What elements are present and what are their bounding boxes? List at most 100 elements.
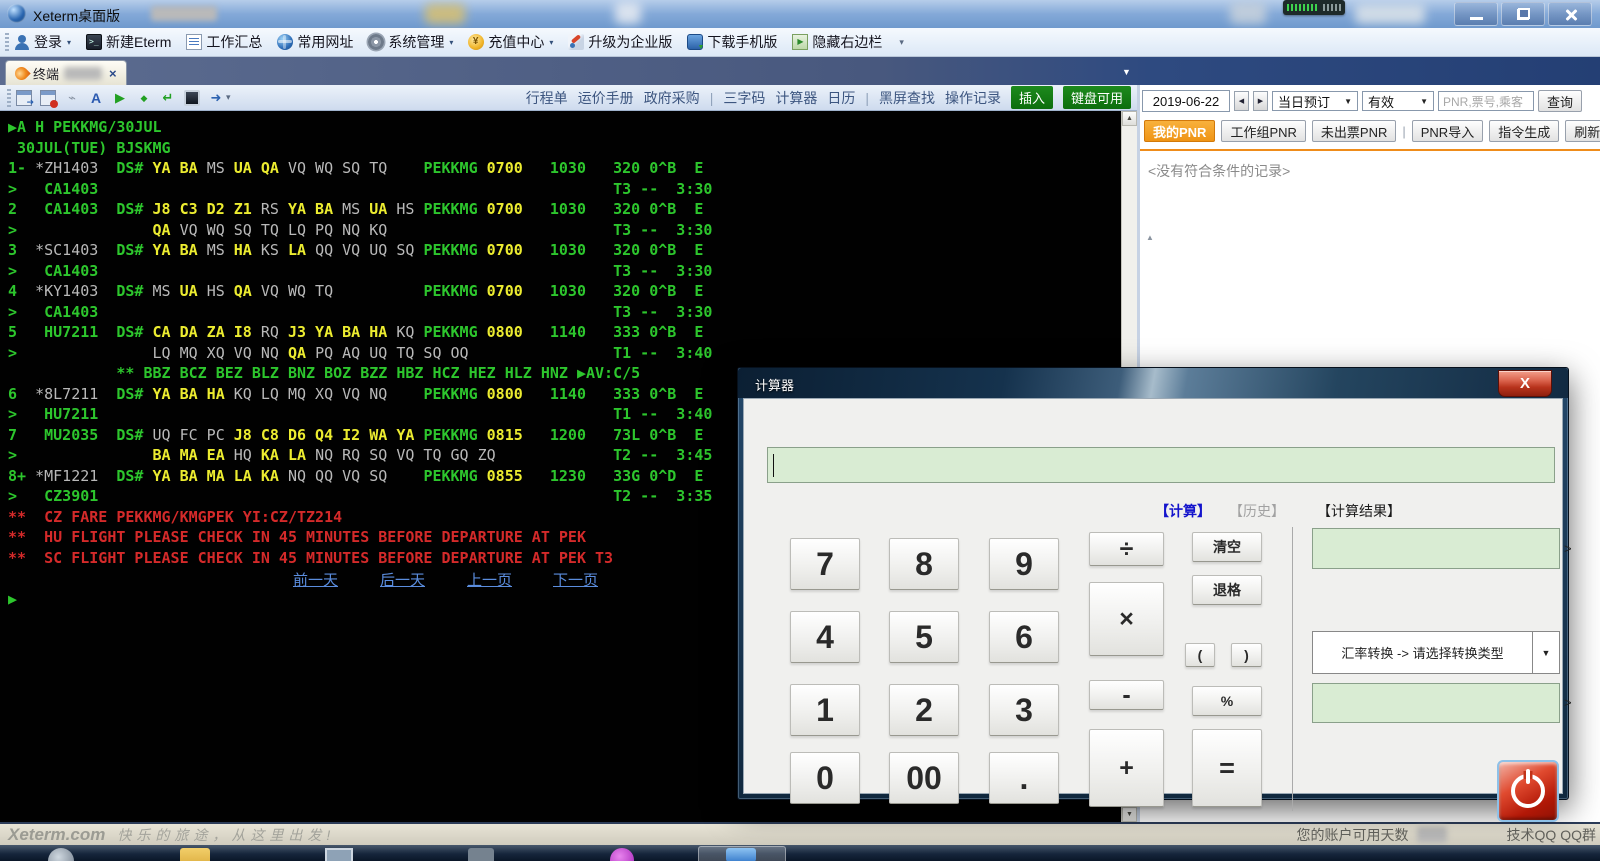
- key-plus[interactable]: +: [1089, 729, 1164, 807]
- toolbar-item-login[interactable]: 登录 ▾: [14, 32, 71, 52]
- terminal-link-screen-search[interactable]: 黑屏查找: [879, 88, 935, 108]
- taskbar-icon[interactable]: [48, 848, 74, 861]
- screen-icon[interactable]: [184, 89, 200, 106]
- result-label: 【计算结果】: [1317, 503, 1401, 519]
- taskbar-folder-icon[interactable]: [180, 848, 210, 861]
- terminal-line: > CA1403 T3 -- 3:30: [8, 302, 713, 321]
- toolbar-item-upgrade-enterprise[interactable]: 升级为企业版: [568, 32, 672, 52]
- close-button[interactable]: [1548, 2, 1592, 26]
- key-5[interactable]: 5: [889, 611, 959, 663]
- terminal-link-three-letter-code[interactable]: 三字码: [723, 88, 765, 108]
- terminal-line: 3 *SC1403 DS# YA BA MS HA KS LA QQ VQ UQ…: [8, 241, 704, 259]
- calc-tab[interactable]: 【计算】: [1155, 501, 1211, 521]
- key-2[interactable]: 2: [889, 684, 959, 736]
- toolbar-item-common-websites[interactable]: 常用网址: [277, 32, 353, 52]
- disconnect-icon[interactable]: ⌁: [64, 90, 80, 106]
- key-paren-open[interactable]: (: [1185, 643, 1215, 667]
- key-clear[interactable]: 清空: [1192, 532, 1262, 562]
- query-button[interactable]: 查询: [1538, 90, 1583, 112]
- pager-link-next-day[interactable]: 后一天: [380, 569, 425, 590]
- toolbar-item-work-report[interactable]: 工作汇总: [186, 32, 262, 52]
- scroll-up-icon[interactable]: ▲: [1122, 111, 1137, 126]
- terminal-link-gov-procurement[interactable]: 政府采购: [644, 88, 700, 108]
- tab-terminal[interactable]: 终端 ×: [5, 60, 127, 85]
- toolbar-item-system-mgmt[interactable]: 系统管理 ▾: [368, 32, 453, 52]
- calculator-title-bar[interactable]: 计算器: [738, 368, 1568, 398]
- button-refresh-list[interactable]: 刷新列表: [1565, 120, 1600, 142]
- panel-scroll-up-icon[interactable]: ▲: [1146, 233, 1154, 242]
- tab-close-icon[interactable]: ×: [109, 66, 117, 81]
- key-00[interactable]: 00: [889, 752, 959, 804]
- terminal-link-fare-manual[interactable]: 运价手册: [578, 88, 634, 108]
- scroll-down-icon[interactable]: ▼: [1122, 807, 1137, 822]
- status-bar: Xeterm.com 快乐的旅途，从这里出发! 您的账户可用天数 技术QQ QQ…: [0, 822, 1600, 845]
- button-my-pnr[interactable]: 我的PNR: [1144, 120, 1216, 142]
- taskbar-icon[interactable]: [610, 848, 634, 861]
- status-badge-keyboard-status[interactable]: 键盘可用: [1062, 86, 1131, 109]
- terminal-link-calendar[interactable]: 日历: [827, 88, 855, 108]
- pager-link-next-page[interactable]: 下一页: [553, 569, 598, 590]
- run-icon[interactable]: ▶: [112, 90, 128, 106]
- toolbar-item-hide-sidebar[interactable]: 隐藏右边栏: [792, 32, 882, 52]
- return-icon[interactable]: ↵: [160, 90, 176, 106]
- toolbar-item-new-eterm[interactable]: 新建Eterm: [86, 32, 171, 52]
- button-pnr-import[interactable]: PNR导入: [1411, 120, 1484, 142]
- diamond-icon[interactable]: ◆: [136, 90, 152, 106]
- forward-icon[interactable]: ➜: [208, 90, 224, 106]
- chevron-down-icon: ▼: [1532, 632, 1559, 673]
- calculator-power-button[interactable]: [1497, 760, 1559, 822]
- scope-select[interactable]: 当日预订 ▼: [1272, 91, 1358, 111]
- key-equals[interactable]: =: [1192, 729, 1262, 807]
- result-arrow-icon[interactable]: >: [1564, 541, 1572, 556]
- history-tab[interactable]: 【历史】: [1229, 501, 1285, 521]
- pnr-search-input[interactable]: PNR,票号,乘客: [1438, 91, 1534, 111]
- terminal-line: > QA VQ WQ SQ TQ LQ PQ NQ KQ T3 -- 3:30: [8, 220, 713, 239]
- currency-converter-select[interactable]: 汇率转换 -> 请选择转换类型 ▼: [1312, 631, 1560, 674]
- key-3[interactable]: 3: [989, 684, 1059, 736]
- button-command-generate[interactable]: 指令生成: [1489, 120, 1560, 142]
- key-dot[interactable]: .: [989, 752, 1059, 804]
- key-7[interactable]: 7: [790, 538, 860, 590]
- toolbar-item-download-mobile[interactable]: 下载手机版: [687, 32, 777, 52]
- key-multiply[interactable]: ×: [1089, 582, 1164, 656]
- date-next-icon[interactable]: ▶: [1253, 91, 1268, 111]
- restore-button[interactable]: [1501, 2, 1545, 26]
- key-divide[interactable]: ÷: [1089, 532, 1164, 566]
- key-paren-close[interactable]: ): [1231, 643, 1262, 667]
- calculator-expression-input[interactable]: [767, 447, 1555, 483]
- key-0[interactable]: 0: [790, 752, 860, 804]
- tab-list-chevron-icon[interactable]: ▼: [1122, 67, 1131, 77]
- minimize-button[interactable]: [1454, 2, 1498, 26]
- taskbar-icon[interactable]: [468, 848, 494, 861]
- converter-arrow-icon[interactable]: >: [1564, 695, 1572, 710]
- chevron-down-icon: ▾: [67, 37, 72, 47]
- status-select[interactable]: 有效 ▼: [1362, 91, 1434, 111]
- terminal-run-dropdown-icon[interactable]: ▾: [226, 92, 231, 103]
- key-4[interactable]: 4: [790, 611, 860, 663]
- key-6[interactable]: 6: [989, 611, 1059, 663]
- pager-link-prev-page[interactable]: 上一页: [467, 569, 512, 590]
- status-badge-insert-status[interactable]: 插入: [1010, 86, 1053, 109]
- key-9[interactable]: 9: [989, 538, 1059, 590]
- terminal-link-operation-log[interactable]: 操作记录: [945, 88, 1001, 108]
- taskbar-window-icon[interactable]: [325, 848, 353, 861]
- key-8[interactable]: 8: [889, 538, 959, 590]
- export-window-icon[interactable]: [16, 89, 34, 108]
- font-icon[interactable]: A: [88, 90, 104, 106]
- terminal-link-itinerary[interactable]: 行程单: [526, 88, 568, 108]
- key-minus[interactable]: -: [1089, 680, 1164, 710]
- date-prev-icon[interactable]: ◀: [1234, 91, 1249, 111]
- separator: |: [865, 89, 869, 106]
- toolbar-overflow-icon[interactable]: ▾: [899, 37, 904, 48]
- button-workgroup-pnr[interactable]: 工作组PNR: [1221, 120, 1306, 142]
- key-backspace[interactable]: 退格: [1192, 575, 1262, 605]
- key-percent[interactable]: %: [1192, 686, 1262, 716]
- calculator-close-button[interactable]: X: [1498, 370, 1552, 397]
- key-1[interactable]: 1: [790, 684, 860, 736]
- stop-window-icon[interactable]: [40, 89, 58, 108]
- date-input[interactable]: 2019-06-22: [1142, 90, 1230, 112]
- terminal-link-calculator[interactable]: 计算器: [775, 88, 817, 108]
- toolbar-item-recharge-center[interactable]: 充值中心 ▾: [468, 32, 553, 52]
- button-unticketed-pnr[interactable]: 未出票PNR: [1311, 120, 1397, 142]
- pager-link-prev-day[interactable]: 前一天: [293, 569, 338, 590]
